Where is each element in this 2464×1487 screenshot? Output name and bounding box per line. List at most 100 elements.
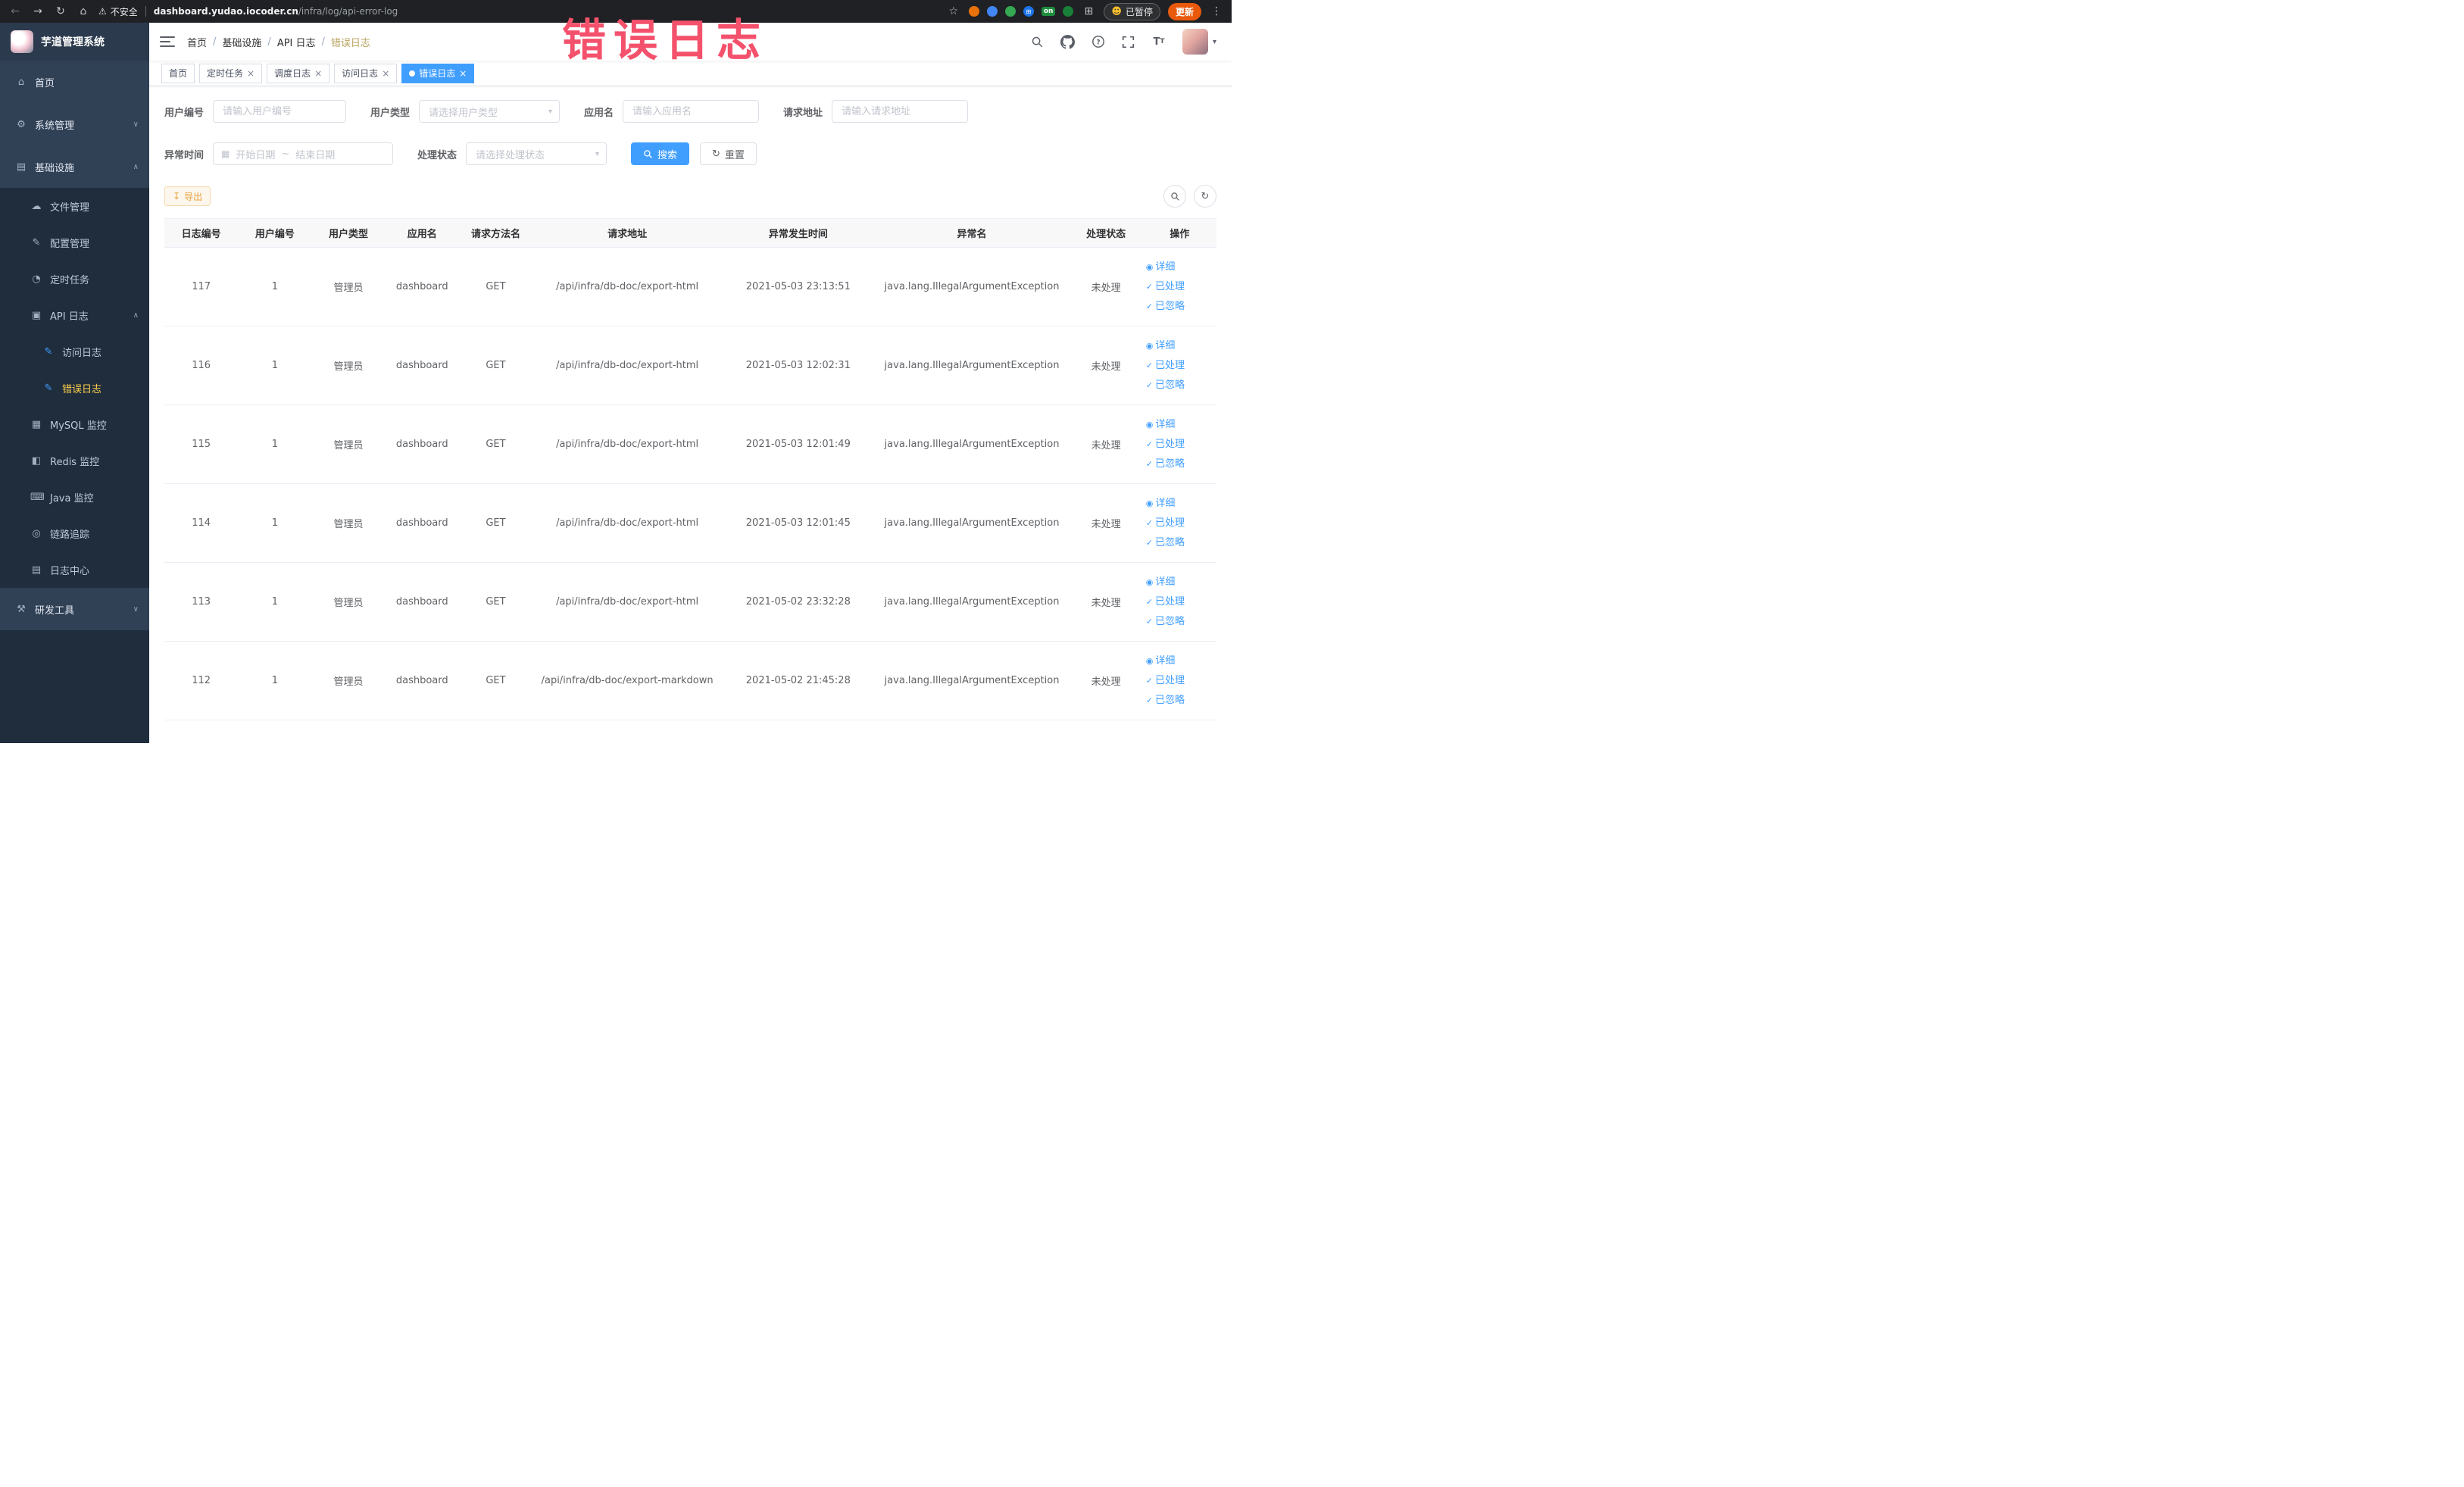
extensions-puzzle-icon[interactable]: ⊞ (1081, 5, 1096, 17)
sidebar-item-home[interactable]: ⌂ 首页 (0, 61, 149, 103)
processed-link[interactable]: ✓ 已处理 (1146, 435, 1213, 455)
search-icon[interactable] (1028, 32, 1048, 52)
breadcrumb-home[interactable]: 首页 (187, 35, 207, 49)
app-name-input[interactable] (623, 100, 760, 123)
tab-job[interactable]: 定时任务 × (199, 63, 263, 83)
cell-user-id: 1 (238, 641, 312, 720)
refresh-icon: ↻ (1201, 190, 1210, 202)
github-icon[interactable] (1058, 32, 1078, 52)
sidebar-item-mysql[interactable]: ▦ MySQL 监控 (0, 406, 149, 442)
ignored-link[interactable]: ✓ 已忽略 (1146, 533, 1213, 553)
browser-update-button[interactable]: 更新 (1167, 2, 1201, 20)
cell-method: GET (458, 641, 533, 720)
close-icon[interactable]: × (314, 69, 322, 78)
cell-actions: ◉ 详细 ✓ 已处理 ✓ 已忽略 (1142, 326, 1216, 405)
sidebar-item-log-center[interactable]: ▤ 日志中心 (0, 551, 149, 588)
ignored-link[interactable]: ✓ 已忽略 (1146, 612, 1213, 632)
help-icon[interactable]: ? (1088, 32, 1108, 52)
tab-error-log[interactable]: 错误日志 × (401, 63, 475, 83)
paused-badge[interactable]: ☻ 已暂停 (1104, 2, 1160, 20)
breadcrumb-current: 错误日志 (330, 37, 370, 49)
detail-link[interactable]: ◉ 详细 (1146, 494, 1213, 514)
menu-icon: ⚒ (17, 603, 26, 615)
fullscreen-icon[interactable] (1119, 32, 1138, 52)
processed-link[interactable]: ✓ 已处理 (1146, 671, 1213, 691)
ignored-link[interactable]: ✓ 已忽略 (1146, 297, 1213, 317)
extension-icon-grid[interactable]: ⊞ (1023, 6, 1034, 17)
cell-app-name: dashboard (385, 326, 459, 405)
breadcrumb-api-log[interactable]: API 日志 (277, 35, 316, 49)
breadcrumb-infra[interactable]: 基础设施 (222, 35, 261, 49)
exception-time-range[interactable]: ▦ 开始日期 ~ 结束日期 (213, 142, 394, 165)
back-icon[interactable]: ← (8, 5, 23, 17)
processed-link[interactable]: ✓ 已处理 (1146, 277, 1213, 297)
security-chip[interactable]: ⚠ 不安全 (98, 5, 138, 18)
extension-icon-orange[interactable] (968, 6, 979, 17)
sidebar-item-dev-tools[interactable]: ⚒ 研发工具 ∨ (0, 588, 149, 630)
chevron-icon: ∨ (133, 604, 139, 614)
sidebar-item-job[interactable]: ◔ 定时任务 (0, 261, 149, 297)
menu-icon: ▦ (31, 418, 42, 430)
forward-icon[interactable]: → (30, 5, 45, 17)
sidebar-item-java[interactable]: ⌨ Java 监控 (0, 479, 149, 515)
refresh-table-button[interactable]: ↻ (1194, 185, 1216, 208)
extension-icon-blue[interactable] (986, 6, 998, 17)
detail-link[interactable]: ◉ 详细 (1146, 258, 1213, 277)
sidebar-item-config-mgmt[interactable]: ✎ 配置管理 (0, 224, 149, 261)
col-header-app-name: 应用名 (385, 218, 459, 248)
sidebar-item-infra[interactable]: ▤ 基础设施 ∧ (0, 145, 149, 188)
user-id-input[interactable] (213, 100, 347, 123)
tab-job-log[interactable]: 调度日志 × (267, 63, 330, 83)
filter-row-1: 用户编号 用户类型 请选择用户类型 ▾ 应用名 (164, 100, 1216, 123)
detail-link[interactable]: ◉ 详细 (1146, 573, 1213, 592)
close-icon[interactable]: × (382, 69, 389, 78)
ignored-link[interactable]: ✓ 已忽略 (1146, 376, 1213, 395)
sidebar-item-error-log[interactable]: ✎ 错误日志 (0, 370, 149, 406)
detail-link[interactable]: ◉ 详细 (1146, 415, 1213, 435)
sidebar-item-access-log[interactable]: ✎ 访问日志 (0, 333, 149, 370)
close-icon[interactable]: × (247, 69, 255, 78)
browser-menu-icon[interactable]: ⋮ (1209, 5, 1224, 17)
app-logo-row[interactable]: 芋道管理系统 (0, 23, 149, 61)
extension-icon-green[interactable] (1004, 6, 1016, 17)
home-icon[interactable]: ⌂ (76, 5, 91, 17)
detail-link[interactable]: ◉ 详细 (1146, 651, 1213, 671)
detail-link[interactable]: ◉ 详细 (1146, 336, 1213, 356)
bookmark-star-icon[interactable]: ☆ (946, 5, 961, 17)
table-toolbar: ↧ 导出 ↻ (164, 185, 1216, 208)
cell-status: 未处理 (1069, 405, 1143, 484)
sidebar-item-api-log[interactable]: ▣ API 日志 ∧ (0, 297, 149, 333)
user-type-select[interactable]: 请选择用户类型 ▾ (419, 100, 561, 123)
sidebar-item-system-mgmt[interactable]: ⚙ 系统管理 ∨ (0, 103, 149, 145)
sidebar-item-redis[interactable]: ◧ Redis 监控 (0, 442, 149, 479)
processed-link[interactable]: ✓ 已处理 (1146, 514, 1213, 533)
address-bar[interactable]: dashboard.yudao.iocoder.cn/infra/log/api… (154, 6, 398, 17)
ignored-link[interactable]: ✓ 已忽略 (1146, 691, 1213, 711)
process-status-select[interactable]: 请选择处理状态 ▾ (466, 142, 607, 165)
close-icon[interactable]: × (459, 69, 467, 78)
refresh-icon: ↻ (712, 148, 720, 159)
cell-actions: ◉ 详细 ✓ 已处理 ✓ 已忽略 (1142, 562, 1216, 642)
extension-on-badge[interactable]: on (1041, 7, 1056, 16)
reload-icon[interactable]: ↻ (53, 5, 68, 17)
avatar-caret-icon[interactable]: ▾ (1213, 38, 1216, 46)
ignored-link[interactable]: ✓ 已忽略 (1146, 455, 1213, 474)
processed-link[interactable]: ✓ 已处理 (1146, 356, 1213, 376)
user-avatar[interactable] (1182, 29, 1208, 55)
sidebar-toggle-icon[interactable] (160, 36, 175, 47)
export-button[interactable]: ↧ 导出 (164, 186, 211, 206)
reset-button[interactable]: ↻ 重置 (700, 142, 757, 165)
sidebar-item-file-mgmt[interactable]: ☁ 文件管理 (0, 188, 149, 224)
tab-home[interactable]: 首页 (161, 63, 195, 83)
hide-search-button[interactable] (1163, 185, 1186, 208)
processed-link[interactable]: ✓ 已处理 (1146, 592, 1213, 612)
request-url-input[interactable] (832, 100, 969, 123)
search-button[interactable]: 搜索 (631, 142, 690, 165)
extension-icon-leaf[interactable] (1063, 6, 1074, 17)
col-header-user-id: 用户编号 (238, 218, 312, 248)
cell-actions: ◉ 详细 ✓ 已处理 ✓ 已忽略 (1142, 483, 1216, 563)
tab-access-log[interactable]: 访问日志 × (334, 63, 398, 83)
font-size-icon[interactable]: TT (1149, 32, 1169, 52)
sidebar-item-trace[interactable]: ◎ 链路追踪 (0, 515, 149, 551)
cell-url: /api/infra/db-doc/export-html (532, 562, 723, 642)
